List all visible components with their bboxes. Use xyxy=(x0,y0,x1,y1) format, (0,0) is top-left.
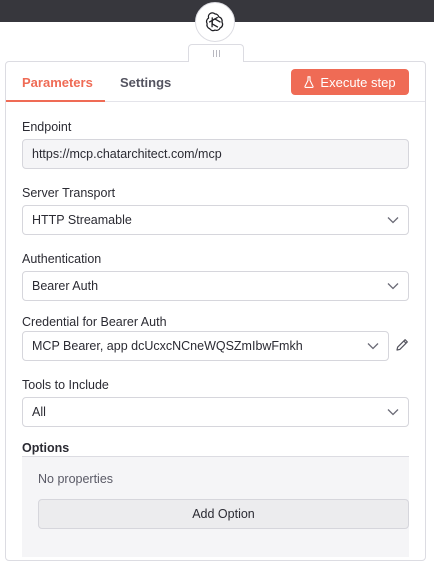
authentication-select[interactable]: Bearer Auth xyxy=(22,271,409,301)
tools-select[interactable]: All xyxy=(22,397,409,427)
server-transport-select[interactable]: HTTP Streamable xyxy=(22,205,409,235)
node-logo xyxy=(195,2,235,42)
execute-step-button[interactable]: Execute step xyxy=(291,69,409,95)
execute-step-label: Execute step xyxy=(320,74,396,90)
endpoint-input[interactable]: https://mcp.chatarchitect.com/mcp xyxy=(22,139,409,169)
authentication-value: Bearer Auth xyxy=(32,279,99,293)
panel-drag-handle[interactable] xyxy=(188,44,244,62)
chevron-down-icon xyxy=(387,283,399,290)
credential-label: Credential for Bearer Auth xyxy=(22,315,167,329)
server-transport-label: Server Transport xyxy=(22,186,116,200)
openai-logo-icon xyxy=(205,12,224,32)
no-properties-text: No properties xyxy=(38,472,114,486)
credential-select[interactable]: MCP Bearer, app dcUcxcNCneWQSZmIbwFmkh xyxy=(22,331,389,361)
credential-value: MCP Bearer, app dcUcxcNCneWQSZmIbwFmkh xyxy=(32,339,303,353)
chevron-down-icon xyxy=(367,343,379,350)
authentication-label: Authentication xyxy=(22,252,102,266)
flask-icon xyxy=(304,76,315,88)
endpoint-label: Endpoint xyxy=(22,120,72,134)
active-tab-indicator xyxy=(6,100,105,102)
chevron-down-icon xyxy=(387,409,399,416)
tools-value: All xyxy=(32,405,46,419)
server-transport-value: HTTP Streamable xyxy=(32,213,132,227)
add-option-button[interactable]: Add Option xyxy=(38,499,409,529)
options-label: Options xyxy=(22,441,70,455)
tools-label: Tools to Include xyxy=(22,378,109,392)
tab-parameters[interactable]: Parameters xyxy=(22,75,93,90)
edit-credential-pencil-icon[interactable] xyxy=(395,338,409,352)
endpoint-value: https://mcp.chatarchitect.com/mcp xyxy=(32,147,222,161)
node-parameters-panel: Parameters Settings Execute step Endpoin… xyxy=(5,61,426,561)
chevron-down-icon xyxy=(387,217,399,224)
tab-bar: Parameters Settings Execute step xyxy=(6,62,425,102)
tab-settings[interactable]: Settings xyxy=(120,75,171,90)
